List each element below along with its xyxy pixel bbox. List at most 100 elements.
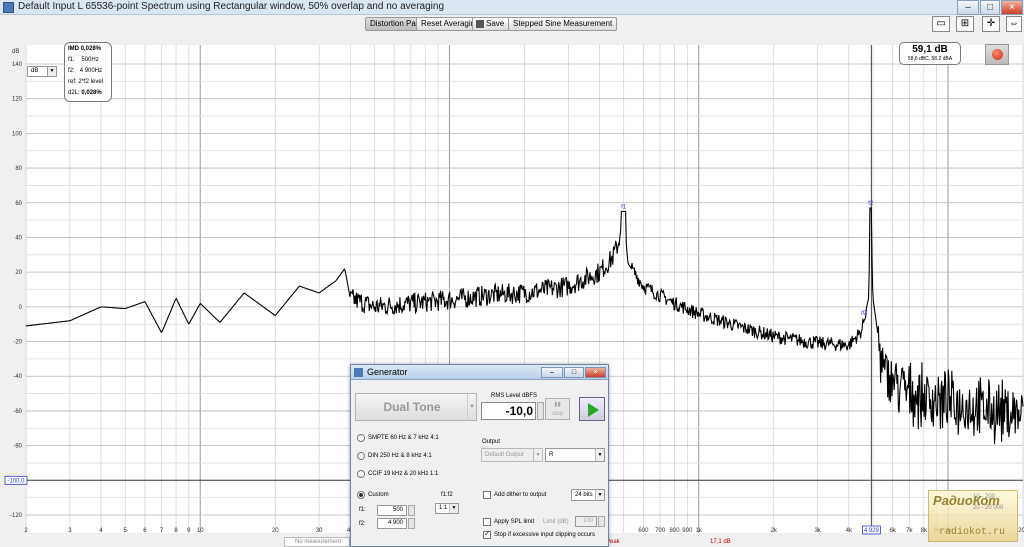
y-tick-label: 40 bbox=[15, 235, 22, 241]
bits-select[interactable]: 24 bits ▼ bbox=[571, 489, 605, 501]
x-tick-label: 1k bbox=[696, 528, 703, 534]
unit-value: dB bbox=[31, 68, 39, 74]
radio-smpte[interactable] bbox=[357, 434, 365, 442]
save-button[interactable]: Save bbox=[472, 17, 510, 31]
y-tick-label: -120 bbox=[10, 513, 23, 519]
maximize-button[interactable]: □ bbox=[980, 0, 1000, 15]
cursor-x-readout: 4 929 bbox=[864, 528, 880, 534]
x-tick-label: 20k bbox=[1018, 528, 1024, 534]
dither-label: Add dither to output bbox=[494, 492, 547, 498]
output-device-value: Default Output bbox=[485, 452, 524, 458]
rms-level-spinner[interactable] bbox=[537, 402, 544, 420]
chevron-down-icon: ▼ bbox=[595, 490, 604, 500]
y-tick-label: 100 bbox=[12, 131, 23, 137]
stop-clipping-checkbox[interactable] bbox=[483, 529, 491, 539]
y-tick-label: 0 bbox=[19, 305, 23, 311]
spl-limit-label: Apply SPL limit bbox=[494, 519, 535, 525]
signal-type-select[interactable]: Dual Tone ▼ bbox=[355, 393, 477, 421]
limit-label: Limit (dB) bbox=[543, 519, 569, 525]
ratio-select[interactable]: 1:1 ▼ bbox=[435, 503, 459, 514]
marker-f1: f1 bbox=[621, 204, 627, 210]
x-tick-label: 7k bbox=[906, 528, 913, 534]
signal-type-value: Dual Tone bbox=[383, 400, 441, 414]
generator-maximize-button[interactable]: □ bbox=[564, 367, 584, 378]
f1-field-label: f1: bbox=[359, 507, 366, 513]
generator-title-bar: Generator – □ × bbox=[351, 365, 608, 380]
y-tick-label: 120 bbox=[12, 97, 23, 103]
x-tick-label: 2k bbox=[771, 528, 778, 534]
cursor-y-readout: -100,0 bbox=[7, 478, 25, 484]
radio-ccif[interactable] bbox=[357, 470, 365, 478]
title-bar: Default Input L 65536-point Spectrum usi… bbox=[0, 0, 1024, 15]
d2l-label: d2L: bbox=[68, 90, 80, 96]
save-label: Save bbox=[486, 19, 505, 28]
rms-level-field[interactable]: -10,0 bbox=[481, 402, 536, 420]
x-tick-label: 3k bbox=[814, 528, 821, 534]
bits-value: 24 bits bbox=[575, 492, 593, 498]
chevron-down-icon: ▼ bbox=[449, 504, 458, 513]
peak-value: 17,1 dB bbox=[710, 539, 731, 545]
fit-icon[interactable]: ✛ bbox=[982, 16, 1000, 32]
y-tick-label: 80 bbox=[15, 166, 22, 172]
x-tick-label: 20 bbox=[272, 528, 279, 534]
generator-title: Generator bbox=[367, 367, 408, 377]
output-device-select[interactable]: Default Output ▼ bbox=[481, 448, 543, 462]
output-label: Output bbox=[482, 439, 501, 445]
f2-label: f2: bbox=[68, 68, 75, 74]
x-tick-label: 8k bbox=[921, 528, 928, 534]
output-channel-select[interactable]: R ▼ bbox=[545, 448, 605, 462]
generator-minimize-button[interactable]: – bbox=[541, 367, 563, 378]
generator-close-button[interactable]: × bbox=[585, 367, 606, 378]
record-icon bbox=[992, 49, 1003, 60]
y-tick-label: -20 bbox=[13, 340, 22, 346]
y-tick-label: 60 bbox=[15, 201, 22, 207]
f2-field[interactable]: 4 900 bbox=[377, 518, 407, 529]
f1-field[interactable]: 500 bbox=[377, 505, 407, 516]
spl-limit-checkbox[interactable] bbox=[483, 518, 491, 526]
stepped-sine-button[interactable]: Stepped Sine Measurement bbox=[508, 17, 618, 31]
f1-label: f1: bbox=[68, 57, 75, 63]
radio-custom[interactable] bbox=[357, 491, 365, 499]
spl-limit-spinner[interactable] bbox=[598, 516, 605, 527]
pan-icon[interactable]: ⇔ bbox=[1006, 16, 1022, 32]
f2-value: 4 900Hz bbox=[79, 68, 103, 74]
window-title: Default Input L 65536-point Spectrum usi… bbox=[18, 1, 445, 12]
spl-limit-field[interactable]: 100 bbox=[575, 516, 597, 527]
x-tick-label: 30 bbox=[316, 528, 323, 534]
chevron-down-icon: ▼ bbox=[467, 394, 476, 420]
generator-stop-button[interactable]: ▮▮ stop bbox=[545, 398, 570, 420]
ratio-value: 1:1 bbox=[439, 505, 448, 511]
dither-checkbox[interactable] bbox=[483, 491, 491, 499]
chevron-down-icon: ▼ bbox=[533, 449, 542, 461]
minimize-button[interactable]: – bbox=[957, 0, 979, 15]
output-channel-value: R bbox=[549, 452, 554, 458]
marker-d2: d2 bbox=[861, 310, 868, 316]
f1-spinner[interactable] bbox=[408, 505, 415, 516]
chevron-down-icon: ▼ bbox=[595, 449, 604, 461]
layout-icon[interactable]: ▭ bbox=[932, 16, 950, 32]
record-button[interactable] bbox=[985, 44, 1009, 65]
label-din: DIN 250 Hz & 8 kHz 4:1 bbox=[368, 453, 432, 459]
rms-level-label: RMS Level dBFS bbox=[491, 393, 538, 399]
watermark-tick-a: 10 - 200 bbox=[973, 494, 996, 500]
x-tick-label: 10 bbox=[197, 528, 204, 534]
label-smpte: SMPTE 60 Hz & 7 kHz 4:1 bbox=[368, 435, 439, 441]
watermark-sub: radiokot.ru bbox=[939, 527, 1006, 538]
generator-play-button[interactable] bbox=[579, 397, 605, 421]
unit-selector[interactable]: dB ▼ bbox=[27, 66, 57, 77]
floppy-icon bbox=[476, 20, 484, 28]
f1-value: 500Hz bbox=[81, 57, 99, 63]
ratio-label: f1:f2 bbox=[441, 492, 453, 498]
f2-spinner[interactable] bbox=[408, 518, 415, 529]
zoom-icon[interactable]: ⊞ bbox=[956, 16, 974, 32]
y-tick-label: -60 bbox=[13, 409, 22, 415]
radio-din[interactable] bbox=[357, 452, 365, 460]
chevron-down-icon: ▼ bbox=[47, 67, 56, 76]
y-tick-label: -40 bbox=[13, 374, 22, 380]
play-icon bbox=[588, 403, 599, 417]
java-icon bbox=[354, 368, 363, 377]
y-axis-label: dB bbox=[12, 49, 19, 55]
stop-clipping-label: Stop if excessive input clipping occurs bbox=[494, 532, 596, 538]
close-button[interactable]: × bbox=[1001, 0, 1023, 15]
x-tick-label: 700 bbox=[655, 528, 666, 534]
